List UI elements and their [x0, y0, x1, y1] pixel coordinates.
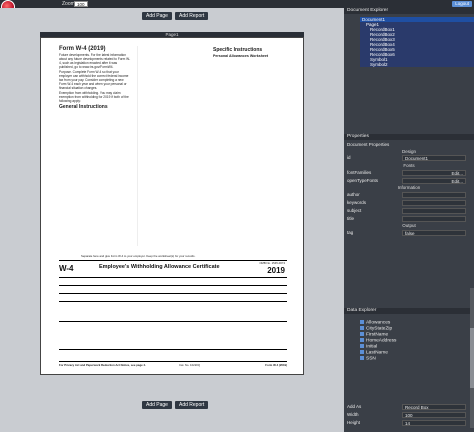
field-icon [360, 344, 364, 348]
document-tree[interactable]: Document1 Page1 RecordBox1 RecordBox2 Re… [360, 17, 474, 67]
add-page-button-top[interactable]: Add Page [142, 12, 172, 20]
design-canvas: Add Page Add Report Page1 Form W-4 (2019… [0, 8, 344, 432]
prop-open-type: openTypeFonts Edit... [344, 178, 474, 184]
right-panel: Document Explorer Document1 Page1 Record… [344, 8, 474, 432]
form-line [59, 361, 287, 362]
height-row: Height 14 [344, 420, 474, 426]
prop-subject: subject [344, 208, 474, 214]
w4-year: 2019 [267, 266, 285, 275]
height-input[interactable]: 14 [402, 420, 466, 426]
form-line [59, 349, 287, 350]
add-report-button-top[interactable]: Add Report [175, 12, 209, 20]
logout-button[interactable]: Logout [452, 1, 472, 7]
prop-author: author [344, 192, 474, 198]
separate-notice: Separate here and give Form W-4 to your … [81, 254, 196, 258]
exemption-text: Exemption from withholding. You may clai… [59, 91, 129, 103]
specific-instructions-heading: Specific Instructions [213, 47, 263, 53]
prop-subject-value[interactable] [402, 208, 466, 214]
prop-id-value[interactable]: Document1 [402, 155, 466, 161]
add-as-label: Add As [347, 404, 362, 409]
form-line [59, 293, 287, 294]
prop-id-label: id [347, 155, 351, 160]
prop-author-value[interactable] [402, 192, 466, 198]
personal-allowances-heading: Personal Allowances Worksheet [213, 54, 269, 58]
width-input[interactable]: 100 [402, 412, 466, 418]
scrollbar[interactable] [470, 288, 474, 428]
field-icon [360, 350, 364, 354]
prop-title: title [344, 216, 474, 222]
future-developments-text: Future developments. For the latest info… [59, 53, 131, 69]
cat-number: Cat. No. 10220Q [179, 363, 200, 367]
prop-author-label: author [347, 192, 360, 197]
width-label: Width [347, 412, 359, 417]
prop-keywords-label: keywords [347, 200, 367, 205]
data-explorer-header: Data Explorer [344, 308, 474, 314]
height-label: Height [347, 420, 361, 425]
form-footer: Form W-4 (2019) [265, 363, 287, 367]
prop-tag-select[interactable]: false [402, 230, 466, 236]
field-icon [360, 338, 364, 342]
column-middle [137, 46, 209, 247]
w4-form: W-4 Employee's Withholding Allowance Cer… [59, 260, 287, 368]
open-type-edit-button[interactable]: Edit... [402, 178, 466, 184]
form-line [59, 277, 287, 278]
page-surface[interactable]: Form W-4 (2019) Future developments. For… [40, 37, 304, 375]
column-right: Specific Instructions Personal Allowance… [213, 46, 289, 58]
font-families-edit-button[interactable]: Edit... [402, 170, 466, 176]
column-left: Form W-4 (2019) Future developments. For… [59, 46, 131, 110]
add-as-row: Add As Record Box [344, 404, 474, 410]
top-toolbar: Zoom 100 Logout [0, 0, 474, 14]
prop-title-label: title [347, 216, 355, 221]
prop-keywords: keywords [344, 200, 474, 206]
field-icon [360, 320, 364, 324]
purpose-text: Purpose. Complete Form W-4 so that your … [59, 70, 129, 90]
properties-header: Properties [344, 134, 474, 140]
data-node: SSN [356, 356, 474, 362]
prop-keywords-value[interactable] [402, 200, 466, 206]
add-report-button-bottom[interactable]: Add Report [175, 401, 209, 409]
output-category: Output [402, 223, 416, 228]
form-line [59, 301, 287, 302]
prop-title-value[interactable] [402, 216, 466, 222]
general-instructions-heading: General Instructions [59, 104, 108, 110]
omb-number: OMB No. 1545-0074 [259, 261, 285, 265]
information-category: Information [397, 185, 421, 190]
zoom-label: Zoom [62, 1, 75, 7]
prop-tag-label: tag [347, 230, 354, 235]
document-explorer-header: Document Explorer [344, 8, 474, 14]
field-icon [360, 332, 364, 336]
prop-font-families-label: fontFamilies [347, 170, 372, 175]
form-heading: Form W-4 (2019) [59, 46, 106, 52]
field-icon [360, 356, 364, 360]
w4-form-number: W-4 [59, 264, 74, 273]
prop-tag: tag false [344, 230, 474, 236]
prop-font-families: fontFamilies Edit... [344, 170, 474, 176]
w4-form-title: Employee's Withholding Allowance Certifi… [99, 264, 220, 270]
prop-open-type-label: openTypeFonts [347, 178, 379, 183]
privacy-notice: For Privacy Act and Paperwork Reduction … [59, 363, 146, 367]
form-line [59, 321, 287, 322]
form-line [59, 285, 287, 286]
scrollbar-thumb[interactable] [470, 328, 474, 388]
add-page-button-bottom[interactable]: Add Page [142, 401, 172, 409]
zoom-input[interactable]: 100 [74, 1, 88, 7]
width-row: Width 100 [344, 412, 474, 418]
document-properties-label: Document Properties [347, 142, 390, 147]
fonts-category: Fonts [403, 163, 415, 168]
add-as-select[interactable]: Record Box [402, 404, 466, 410]
field-icon [360, 326, 364, 330]
data-tree[interactable]: Allowances CityStateZip FirstName HomeAd… [356, 320, 474, 362]
prop-id: id Document1 [344, 155, 474, 161]
tree-item-symbol[interactable]: Symbol2 [360, 62, 474, 67]
prop-subject-label: subject [347, 208, 362, 213]
